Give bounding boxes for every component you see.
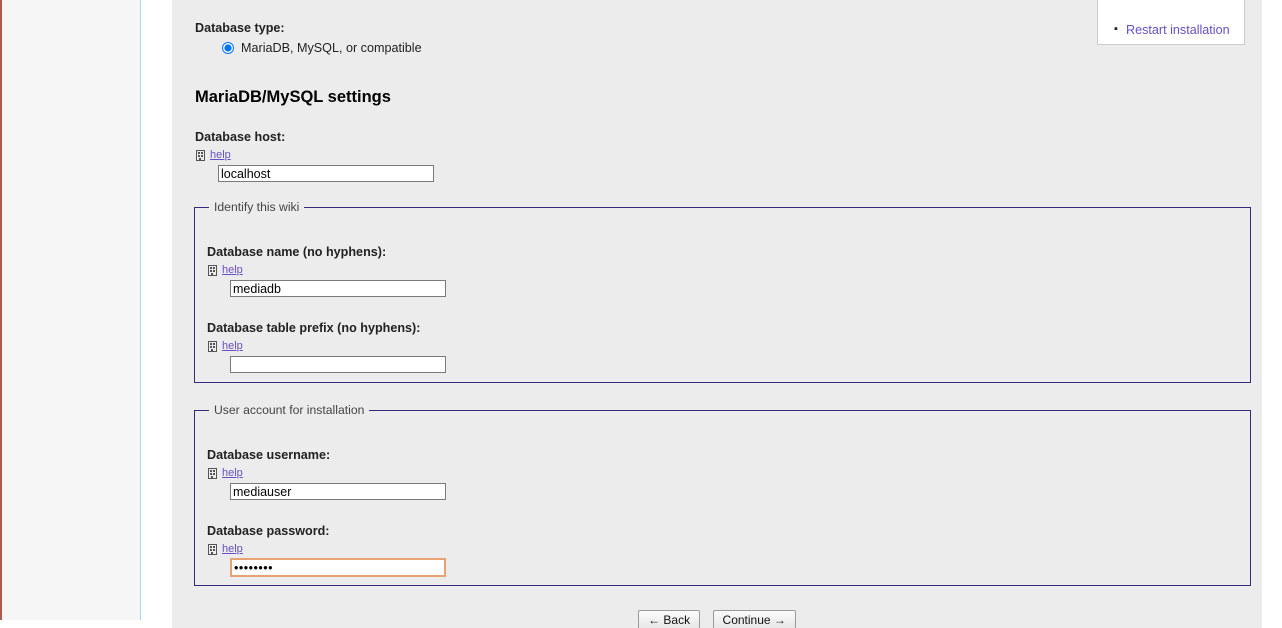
continue-button[interactable]: Continue → [712, 610, 796, 628]
database-table-prefix-help-row: help [208, 340, 243, 352]
database-name-input[interactable] [230, 280, 446, 297]
database-username-help-row: help [208, 467, 243, 479]
help-tofu-icon [208, 264, 217, 276]
page-title: MariaDB/MySQL settings [195, 88, 391, 106]
database-type-label: Database type: [195, 21, 285, 35]
identify-this-wiki-legend: Identify this wiki [209, 200, 305, 214]
database-host-help-row: help [196, 149, 231, 161]
database-username-help-link[interactable]: help [222, 467, 243, 479]
database-table-prefix-input[interactable] [230, 356, 446, 373]
database-name-label: Database name (no hyphens): [207, 245, 387, 259]
database-host-label: Database host: [195, 130, 286, 144]
user-account-legend: User account for installation [209, 403, 370, 417]
list-item: Restart installation [1098, 22, 1244, 37]
database-table-prefix-help-link[interactable]: help [222, 340, 243, 352]
help-tofu-icon [196, 149, 205, 161]
database-password-help-link[interactable]: help [222, 543, 243, 555]
sidebar [0, 0, 141, 620]
database-type-radio-mariadb[interactable] [222, 42, 234, 54]
main-content: Restart installation Database type: Mari… [172, 0, 1262, 628]
installer-page: Restart installation Database type: Mari… [0, 0, 1282, 628]
database-name-help-row: help [208, 264, 243, 276]
database-host-help-link[interactable]: help [210, 149, 231, 161]
restart-installation-box: Restart installation [1097, 0, 1245, 45]
database-type-option-mariadb[interactable]: MariaDB, MySQL, or compatible [222, 41, 422, 55]
database-password-label: Database password: [207, 524, 330, 538]
help-tofu-icon [208, 340, 217, 352]
database-type-option-label: MariaDB, MySQL, or compatible [241, 41, 422, 55]
database-host-input[interactable] [218, 165, 434, 182]
database-username-input[interactable] [230, 483, 446, 500]
help-tofu-icon [208, 543, 217, 555]
database-name-help-link[interactable]: help [222, 264, 243, 276]
database-username-label: Database username: [207, 448, 331, 462]
form-button-row: ← Back Continue → [172, 610, 1262, 628]
restart-installation-list: Restart installation [1098, 22, 1244, 37]
back-button[interactable]: ← Back [638, 610, 701, 628]
database-table-prefix-label: Database table prefix (no hyphens): [207, 321, 421, 335]
database-password-help-row: help [208, 543, 243, 555]
restart-installation-link[interactable]: Restart installation [1126, 23, 1230, 37]
help-tofu-icon [208, 467, 217, 479]
database-password-input[interactable] [230, 558, 446, 577]
